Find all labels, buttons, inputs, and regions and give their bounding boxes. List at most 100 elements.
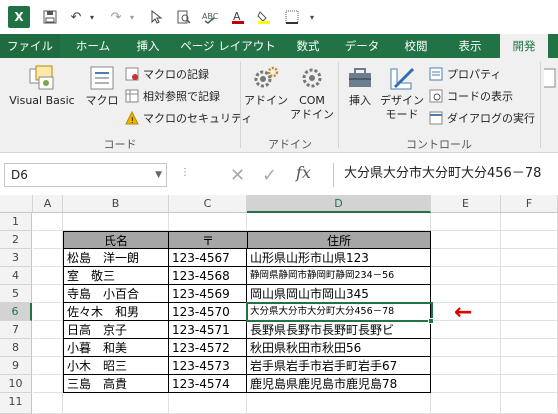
cell[interactable]	[33, 213, 63, 231]
cell[interactable]	[501, 303, 558, 321]
table-cell-name[interactable]: 小木 昭三	[63, 357, 169, 375]
row-header-5[interactable]: 5	[0, 285, 32, 303]
formula-input[interactable]: 大分県大分市大分町大分456－78	[333, 163, 558, 187]
run-dialog-button[interactable]: ダイアログの実行	[428, 108, 535, 128]
tab-view[interactable]: 表示	[446, 34, 494, 58]
name-box[interactable]: D6 ▼	[4, 163, 167, 187]
tab-page-layout[interactable]: ページ レイアウト	[176, 34, 280, 58]
header-zip[interactable]: 〒	[168, 231, 248, 249]
table-cell-addr[interactable]: 長野県長野市長野町長野ビ	[247, 321, 431, 339]
cell[interactable]	[431, 375, 501, 393]
row-header-9[interactable]: 9	[0, 357, 32, 375]
redo-dropdown-icon[interactable]: ▾	[126, 7, 138, 27]
cell[interactable]	[501, 231, 558, 249]
table-cell-name[interactable]: 小暮 和美	[63, 339, 169, 357]
header-name[interactable]: 氏名	[63, 231, 169, 249]
insert-control-button[interactable]: 挿入	[342, 62, 378, 108]
spreadsheet-grid[interactable]: A B C D E F 1 2 3 4 5 6 7 8 9 10 11 氏名 〒…	[0, 195, 558, 414]
cell[interactable]	[431, 213, 501, 231]
cell[interactable]	[33, 357, 63, 375]
table-cell-addr[interactable]: 大分県大分市大分町大分456－78	[247, 303, 431, 321]
table-cell-addr[interactable]: 岩手県岩手市岩手町岩手67	[247, 357, 431, 375]
cell[interactable]	[431, 357, 501, 375]
cell[interactable]	[501, 339, 558, 357]
save-icon[interactable]	[40, 7, 60, 27]
font-color-icon[interactable]: A	[228, 7, 248, 27]
relative-ref-button[interactable]: 相対参照で記録	[124, 86, 220, 106]
undo-icon[interactable]: ↶	[66, 7, 86, 27]
cell[interactable]	[501, 267, 558, 285]
col-header-c[interactable]: C	[169, 195, 247, 213]
tab-data[interactable]: データ	[338, 34, 386, 58]
cell[interactable]	[431, 339, 501, 357]
row-header-11[interactable]: 11	[0, 393, 32, 414]
insert-function-icon[interactable]: fx	[296, 163, 311, 182]
table-cell-addr[interactable]: 岡山県岡山市岡山345	[247, 285, 431, 303]
col-header-a[interactable]: A	[33, 195, 63, 213]
source-button[interactable]	[544, 62, 558, 94]
table-cell-addr[interactable]: 山形県山形市山県123	[247, 249, 431, 267]
table-cell-addr[interactable]: 秋田県秋田市秋田56	[247, 339, 431, 357]
cell[interactable]	[33, 231, 63, 249]
record-macro-button[interactable]: マクロの記録	[124, 64, 209, 84]
cell[interactable]	[431, 249, 501, 267]
cell[interactable]	[431, 231, 501, 249]
cancel-icon[interactable]: ✕	[230, 165, 245, 186]
cell[interactable]	[33, 339, 63, 357]
row-header-6[interactable]: 6	[0, 303, 32, 321]
tab-review[interactable]: 校閲	[394, 34, 438, 58]
tab-developer[interactable]: 開発	[500, 34, 548, 58]
fill-handle[interactable]	[428, 318, 434, 324]
pointer-icon[interactable]	[148, 7, 166, 27]
undo-dropdown-icon[interactable]: ▾	[86, 7, 98, 27]
cell[interactable]	[33, 321, 63, 339]
tab-insert[interactable]: 挿入	[124, 34, 172, 58]
cell[interactable]	[501, 393, 558, 414]
col-header-e[interactable]: E	[431, 195, 501, 213]
row-header-7[interactable]: 7	[0, 321, 32, 339]
tab-home[interactable]: ホーム	[64, 34, 122, 58]
table-cell-addr[interactable]: 静岡県静岡市静岡町静岡234－56	[247, 267, 431, 285]
table-cell-name[interactable]: 室 敬三	[63, 267, 169, 285]
cell[interactable]	[63, 393, 169, 414]
row-header-8[interactable]: 8	[0, 339, 32, 357]
cell[interactable]	[169, 213, 247, 231]
row-header-1[interactable]: 1	[0, 213, 32, 231]
cell[interactable]	[247, 213, 431, 231]
enter-icon[interactable]: ✓	[262, 165, 277, 186]
row-header-4[interactable]: 4	[0, 267, 32, 285]
row-header-2[interactable]: 2	[0, 231, 32, 249]
chevron-down-icon[interactable]: ▼	[155, 164, 162, 186]
design-mode-button[interactable]: デザイン モード	[380, 62, 424, 122]
table-cell-zip[interactable]: 123-4572	[169, 339, 247, 357]
borders-icon[interactable]	[282, 7, 302, 27]
table-cell-zip[interactable]: 123-4569	[169, 285, 247, 303]
customize-qat-icon[interactable]: ▾	[306, 7, 318, 27]
view-code-button[interactable]: コードの表示	[428, 86, 513, 106]
redo-icon[interactable]: ↷	[106, 7, 126, 27]
cell[interactable]	[431, 393, 501, 414]
cell[interactable]	[247, 393, 431, 414]
cell[interactable]	[501, 375, 558, 393]
col-header-f[interactable]: F	[501, 195, 558, 213]
cell[interactable]	[63, 213, 169, 231]
table-cell-name[interactable]: 松島 洋一朗	[63, 249, 169, 267]
cell[interactable]	[169, 393, 247, 414]
cell[interactable]	[501, 357, 558, 375]
row-header-3[interactable]: 3	[0, 249, 32, 267]
cell[interactable]	[33, 393, 63, 414]
table-cell-zip[interactable]: 123-4570	[169, 303, 247, 321]
cell[interactable]	[501, 321, 558, 339]
com-addin-button[interactable]: COM アドイン	[290, 62, 334, 122]
fill-color-icon[interactable]	[254, 7, 274, 27]
col-header-d[interactable]: D	[247, 195, 431, 213]
select-all-corner[interactable]	[0, 195, 33, 213]
table-cell-name[interactable]: 佐々木 和男	[63, 303, 169, 321]
cell[interactable]	[501, 213, 558, 231]
cell[interactable]	[33, 303, 63, 321]
table-cell-addr[interactable]: 鹿児島県鹿児島市鹿児島78	[247, 375, 431, 393]
table-cell-zip[interactable]: 123-4568	[169, 267, 247, 285]
cell[interactable]	[501, 249, 558, 267]
cell[interactable]	[33, 375, 63, 393]
table-cell-zip[interactable]: 123-4567	[169, 249, 247, 267]
